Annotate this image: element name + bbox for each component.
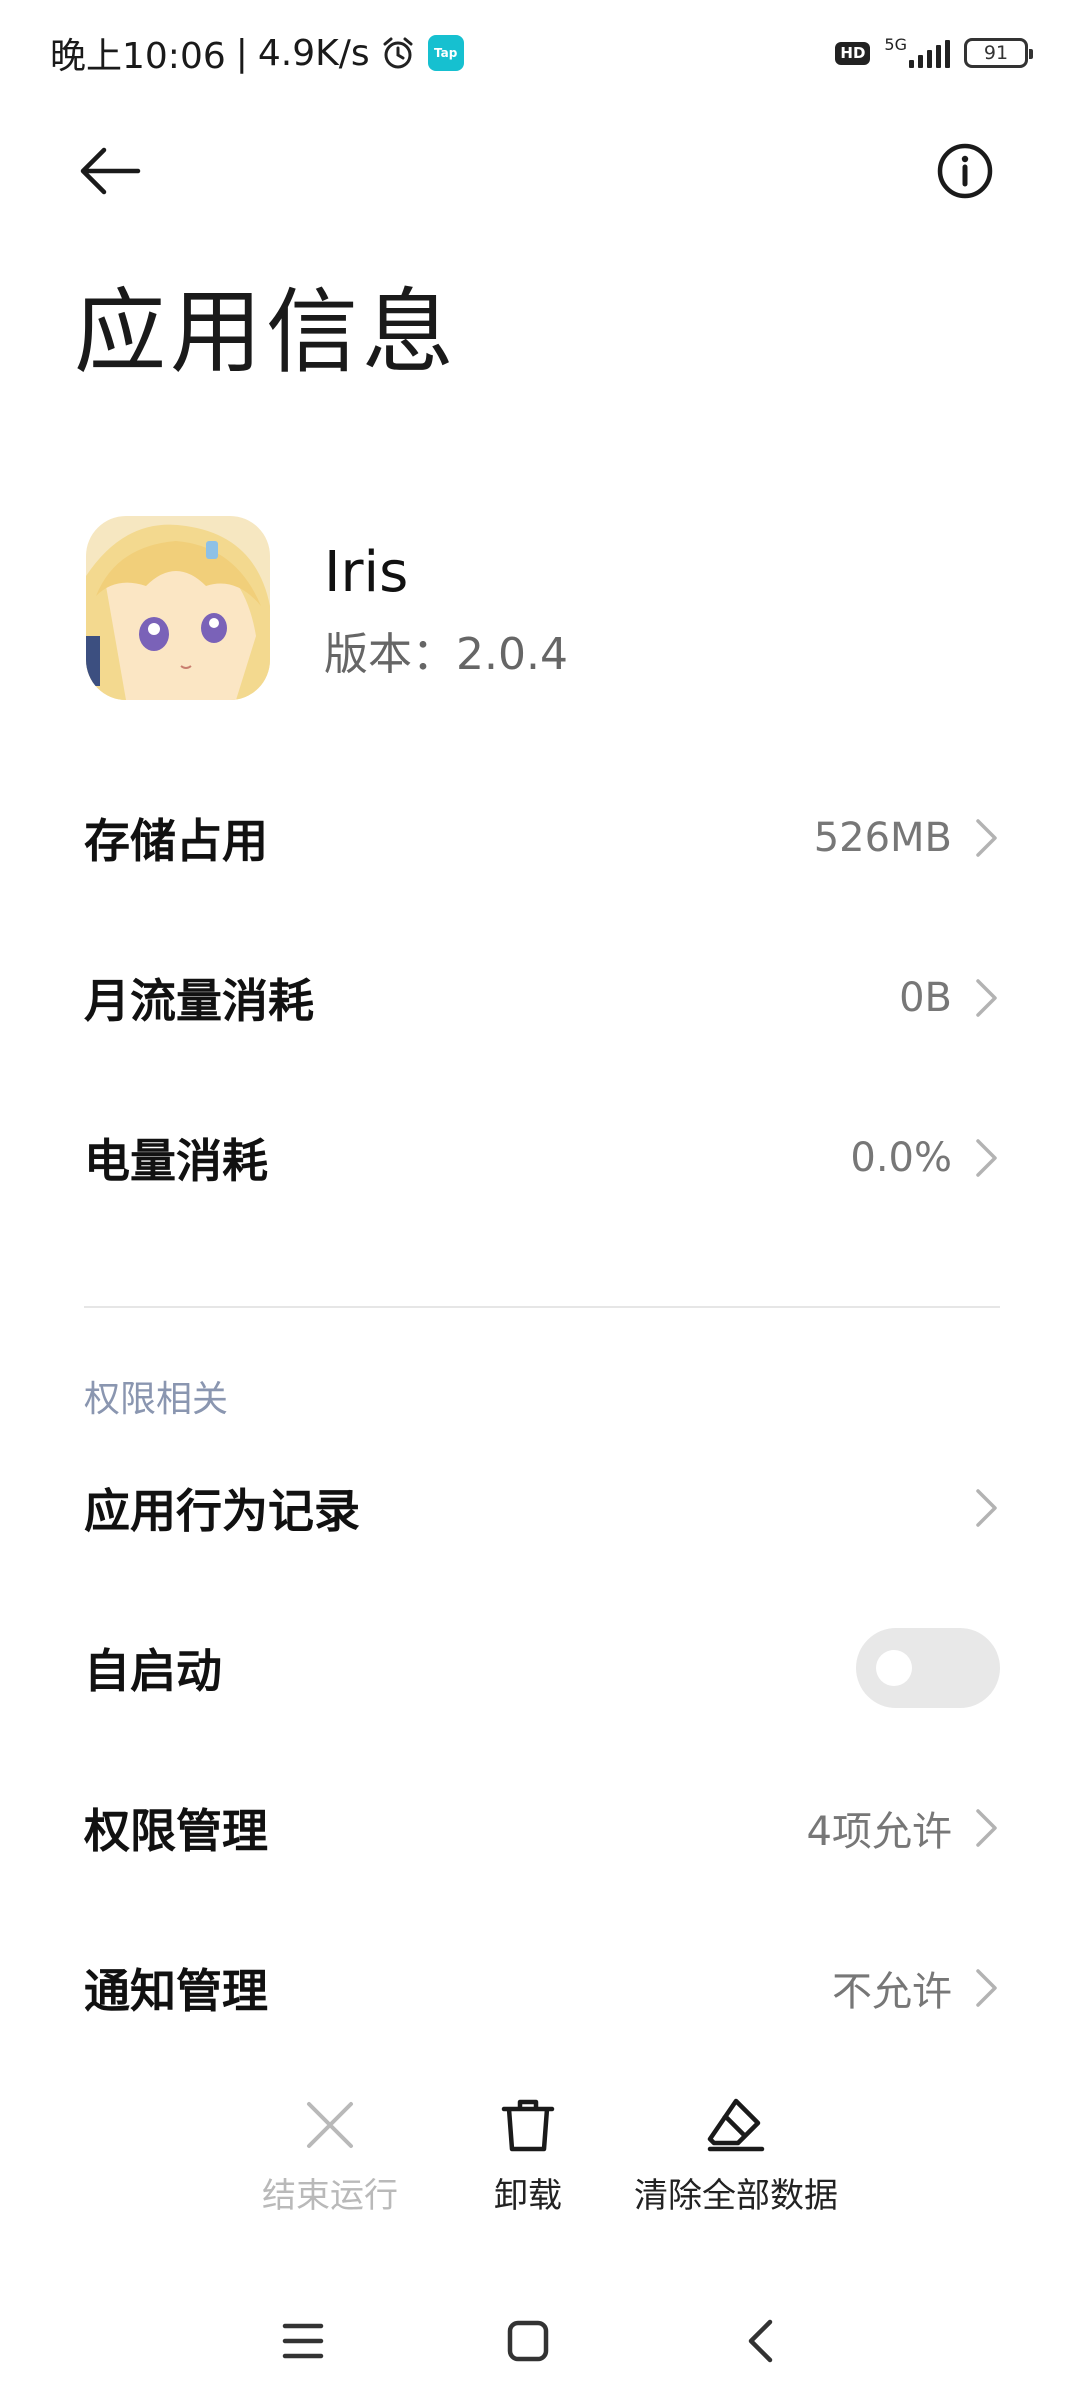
section-header: 权限相关	[84, 1379, 229, 1420]
notification-management-row[interactable]: 通知管理 不允许	[0, 1908, 1080, 2068]
page-title: 应用信息	[74, 279, 459, 386]
status-separator: |	[235, 32, 248, 74]
section-divider	[84, 1306, 1000, 1308]
app-icon	[86, 516, 270, 700]
permission-management-row[interactable]: 权限管理 4项允许	[0, 1748, 1080, 1908]
uninstall-button[interactable]: 卸载	[408, 2090, 648, 2230]
toggle-knob	[876, 1650, 912, 1686]
trash-icon	[500, 2090, 556, 2160]
data-usage-row[interactable]: 月流量消耗 0B	[0, 918, 1080, 1078]
hd-badge: HD	[835, 41, 871, 65]
taptap-app-icon: Tap	[427, 35, 464, 71]
chevron-right-icon	[974, 1487, 1000, 1529]
status-bar-left: 晚上10:06 | 4.9K/s Tap	[50, 26, 464, 80]
row-label: 通知管理	[84, 1964, 268, 2018]
alarm-icon	[380, 35, 416, 71]
row-value: 0B	[899, 975, 952, 1021]
signal-icon: 5G	[884, 35, 950, 68]
autostart-toggle[interactable]	[856, 1628, 1000, 1708]
row-value: 4项允许	[806, 1809, 952, 1855]
nav-menu-button[interactable]	[258, 2296, 348, 2386]
row-label: 权限管理	[84, 1804, 268, 1858]
info-button[interactable]	[930, 136, 1000, 206]
network-speed: 4.9K/s	[257, 32, 370, 74]
network-type: 5G	[884, 35, 907, 54]
action-label: 清除全部数据	[634, 2176, 838, 2216]
close-icon	[304, 2090, 356, 2160]
row-value: 0.0%	[850, 1135, 952, 1181]
chevron-right-icon	[974, 1137, 1000, 1179]
row-label: 自启动	[84, 1644, 222, 1698]
action-label: 卸载	[494, 2176, 562, 2216]
arrow-left-icon	[80, 147, 141, 195]
home-icon	[507, 2320, 549, 2362]
status-bar-right: HD 5G 91	[835, 30, 1033, 76]
back-icon	[748, 2319, 773, 2363]
autostart-row: 自启动	[0, 1588, 1080, 1748]
clear-all-data-button[interactable]: 清除全部数据	[616, 2090, 856, 2230]
action-label: 结束运行	[262, 2176, 398, 2216]
chevron-right-icon	[974, 817, 1000, 859]
battery-icon: 91	[964, 38, 1033, 68]
row-label: 电量消耗	[84, 1134, 268, 1188]
battery-level: 91	[983, 42, 1009, 64]
back-button[interactable]	[70, 136, 150, 206]
app-version: 版本：2.0.4	[324, 629, 568, 680]
app-name: Iris	[324, 540, 409, 605]
menu-icon	[282, 2323, 324, 2359]
battery-usage-row[interactable]: 电量消耗 0.0%	[0, 1078, 1080, 1238]
chevron-right-icon	[974, 977, 1000, 1019]
nav-back-button[interactable]	[715, 2296, 805, 2386]
eraser-icon	[706, 2090, 766, 2160]
chevron-right-icon	[974, 1967, 1000, 2009]
row-label: 月流量消耗	[84, 974, 314, 1028]
info-icon	[937, 143, 993, 199]
chevron-right-icon	[974, 1807, 1000, 1849]
app-behavior-log-row[interactable]: 应用行为记录	[0, 1428, 1080, 1588]
row-label: 应用行为记录	[84, 1484, 360, 1538]
row-value: 526MB	[813, 815, 952, 861]
storage-row[interactable]: 存储占用 526MB	[0, 758, 1080, 918]
row-value: 不允许	[832, 1969, 952, 2015]
row-label: 存储占用	[84, 814, 268, 868]
nav-home-button[interactable]	[483, 2296, 573, 2386]
status-time: 晚上10:06	[50, 36, 226, 77]
